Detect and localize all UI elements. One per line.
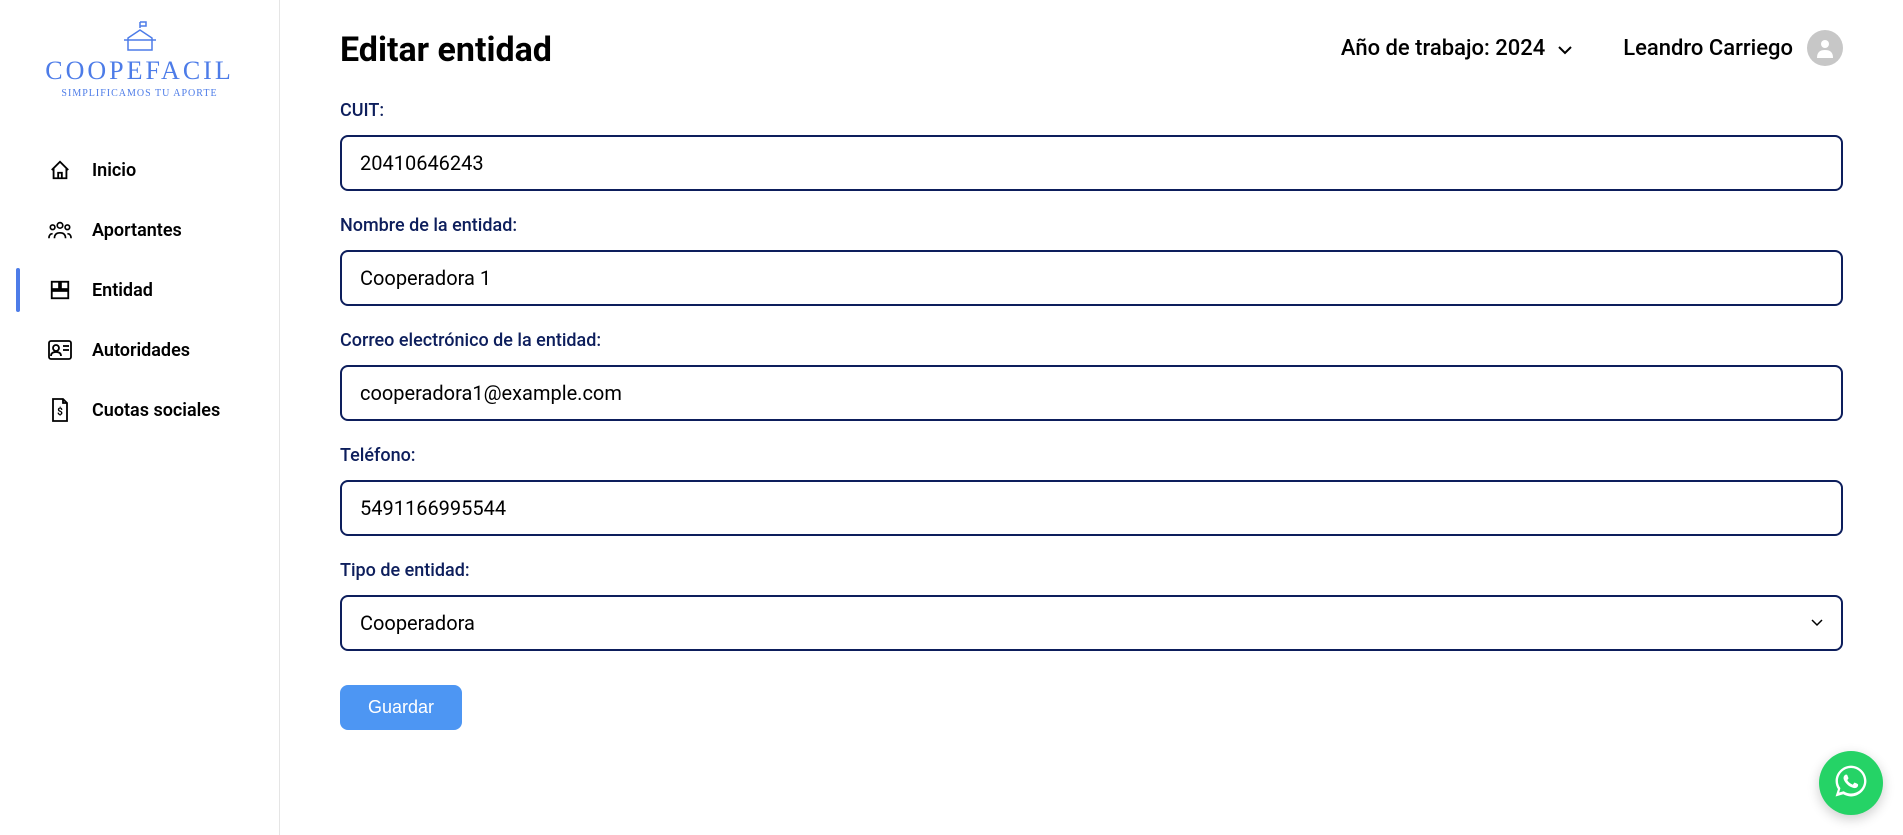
form-group-type: Tipo de entidad: Cooperadora: [340, 560, 1843, 651]
chevron-down-icon: [1557, 36, 1573, 61]
logo-text-sub: SIMPLIFICAMOS TU APORTE: [45, 88, 233, 99]
email-input[interactable]: [340, 365, 1843, 421]
year-selector[interactable]: Año de trabajo: 2024: [1341, 36, 1573, 61]
building-icon: [48, 278, 72, 302]
logo-building-icon: [45, 20, 233, 52]
user-menu[interactable]: Leandro Carriego: [1623, 30, 1843, 66]
sidebar-item-label: Cuotas sociales: [92, 400, 220, 421]
whatsapp-fab[interactable]: [1819, 751, 1883, 815]
phone-label: Teléfono:: [340, 445, 1843, 466]
sidebar-item-cuotas-sociales[interactable]: $ Cuotas sociales: [0, 380, 279, 440]
sidebar: COOPEFACIL SIMPLIFICAMOS TU APORTE Inici…: [0, 0, 280, 835]
logo[interactable]: COOPEFACIL SIMPLIFICAMOS TU APORTE: [0, 20, 279, 140]
type-select[interactable]: Cooperadora: [340, 595, 1843, 651]
cuit-input[interactable]: [340, 135, 1843, 191]
form-group-cuit: CUIT:: [340, 100, 1843, 191]
sidebar-item-label: Entidad: [92, 280, 153, 301]
id-card-icon: [48, 338, 72, 362]
avatar: [1807, 30, 1843, 66]
nav-list: Inicio Aportantes: [0, 140, 279, 440]
svg-text:$: $: [57, 405, 63, 418]
sidebar-item-label: Autoridades: [92, 340, 190, 361]
phone-input[interactable]: [340, 480, 1843, 536]
edit-entity-form: CUIT: Nombre de la entidad: Correo elect…: [340, 100, 1843, 730]
form-group-name: Nombre de la entidad:: [340, 215, 1843, 306]
sidebar-item-inicio[interactable]: Inicio: [0, 140, 279, 200]
sidebar-item-aportantes[interactable]: Aportantes: [0, 200, 279, 260]
name-label: Nombre de la entidad:: [340, 215, 1843, 236]
page-title: Editar entidad: [340, 30, 552, 70]
header-right: Año de trabajo: 2024 Leandro Carriego: [1341, 30, 1843, 66]
email-label: Correo electrónico de la entidad:: [340, 330, 1843, 351]
form-group-phone: Teléfono:: [340, 445, 1843, 536]
sidebar-item-label: Inicio: [92, 160, 136, 181]
sidebar-item-autoridades[interactable]: Autoridades: [0, 320, 279, 380]
home-icon: [48, 158, 72, 182]
form-group-email: Correo electrónico de la entidad:: [340, 330, 1843, 421]
user-name: Leandro Carriego: [1623, 36, 1793, 61]
people-icon: [48, 218, 72, 242]
sidebar-item-entidad[interactable]: Entidad: [0, 260, 279, 320]
cuit-label: CUIT:: [340, 100, 1843, 121]
header: Editar entidad Año de trabajo: 2024 Lean…: [340, 30, 1843, 70]
sidebar-item-label: Aportantes: [92, 220, 182, 241]
year-label: Año de trabajo: 2024: [1341, 36, 1545, 61]
document-dollar-icon: $: [48, 398, 72, 422]
type-label: Tipo de entidad:: [340, 560, 1843, 581]
whatsapp-icon: [1832, 762, 1870, 804]
main-content: Editar entidad Año de trabajo: 2024 Lean…: [280, 0, 1903, 835]
logo-text-main: COOPEFACIL: [45, 56, 233, 86]
name-input[interactable]: [340, 250, 1843, 306]
save-button[interactable]: Guardar: [340, 685, 462, 730]
